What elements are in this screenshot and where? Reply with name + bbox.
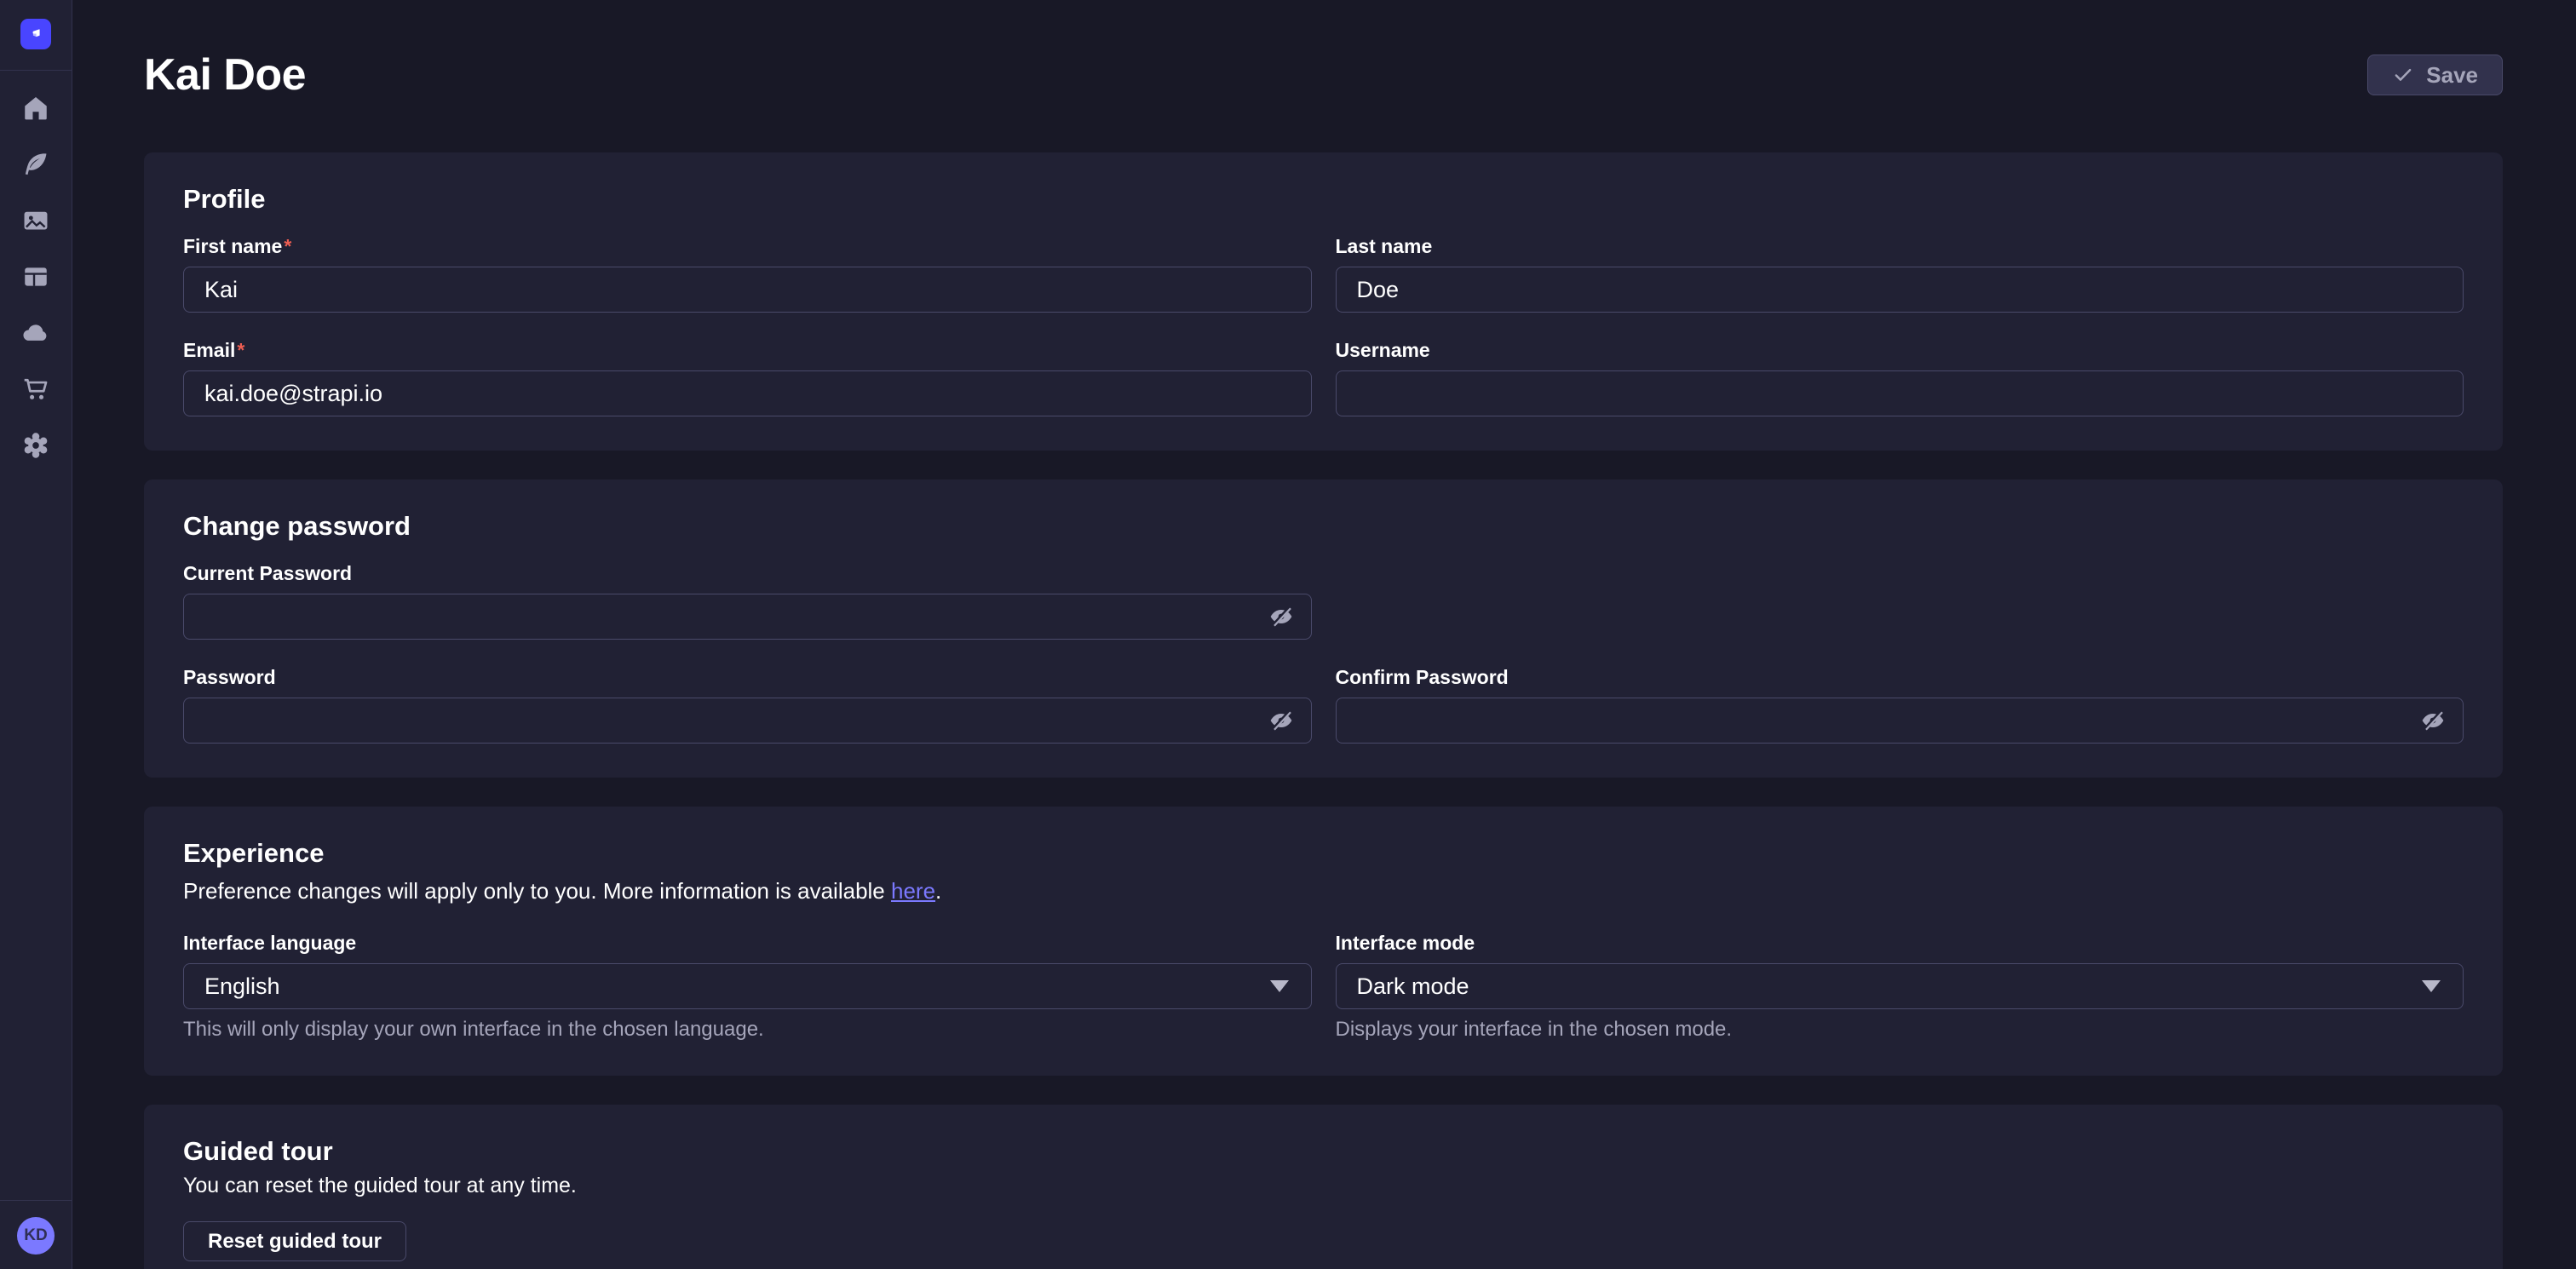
last-name-label: Last name <box>1336 235 1433 257</box>
first-name-field: First name* <box>183 234 1312 313</box>
email-label: Email <box>183 339 235 361</box>
interface-language-label: Interface language <box>183 932 356 954</box>
eye-off-icon <box>2420 708 2446 733</box>
media-library-icon <box>21 206 50 235</box>
save-button[interactable]: Save <box>2367 55 2503 95</box>
sidebar-item-cloud[interactable] <box>21 319 50 347</box>
new-password-label: Password <box>183 666 276 688</box>
current-password-label: Current Password <box>183 562 352 584</box>
guided-tour-card-title: Guided tour <box>183 1135 2464 1168</box>
experience-card-title: Experience <box>183 837 2464 870</box>
profile-card: Profile First name* Last name Email* <box>144 152 2503 451</box>
settings-gear-icon <box>21 431 50 460</box>
content-manager-feather-icon <box>21 150 50 179</box>
new-password-field: Password <box>183 665 1312 744</box>
reset-guided-tour-button[interactable]: Reset guided tour <box>183 1221 406 1261</box>
interface-mode-hint: Displays your interface in the chosen mo… <box>1336 1018 2464 1042</box>
divider <box>0 1200 72 1201</box>
strapi-logo-button[interactable] <box>20 19 51 49</box>
page-title: Kai Doe <box>144 49 306 100</box>
interface-language-value: English <box>204 973 280 1000</box>
sidebar-item-marketplace[interactable] <box>21 375 50 404</box>
sidebar: KD <box>0 0 72 1269</box>
interface-language-field: Interface language English This will onl… <box>183 931 1312 1042</box>
username-label: Username <box>1336 339 1430 361</box>
interface-mode-value: Dark mode <box>1357 973 1469 1000</box>
sidebar-item-home[interactable] <box>21 94 50 123</box>
required-marker: * <box>282 235 291 257</box>
last-name-input[interactable] <box>1336 267 2464 313</box>
marketplace-cart-icon <box>21 375 50 404</box>
experience-card: Experience Preference changes will apply… <box>144 807 2503 1076</box>
confirm-password-input[interactable] <box>1336 698 2464 744</box>
experience-description: Preference changes will apply only to yo… <box>183 876 2464 905</box>
chevron-down-icon <box>1270 980 1289 992</box>
guided-tour-card: Guided tour You can reset the guided tou… <box>144 1105 2503 1269</box>
current-password-field: Current Password <box>183 561 1312 640</box>
last-name-field: Last name <box>1336 234 2464 313</box>
interface-language-select[interactable]: English <box>183 963 1312 1009</box>
interface-mode-label: Interface mode <box>1336 932 1475 954</box>
username-field: Username <box>1336 338 2464 416</box>
user-avatar[interactable]: KD <box>17 1217 55 1255</box>
username-input[interactable] <box>1336 370 2464 416</box>
interface-language-hint: This will only display your own interfac… <box>183 1018 1312 1042</box>
email-input[interactable] <box>183 370 1312 416</box>
first-name-input[interactable] <box>183 267 1312 313</box>
sidebar-item-settings[interactable] <box>21 431 50 460</box>
sidebar-item-media-library[interactable] <box>21 206 50 235</box>
sidebar-item-content-type-builder[interactable] <box>21 262 50 291</box>
here-link[interactable]: here <box>891 878 935 904</box>
first-name-label: First name <box>183 235 282 257</box>
strapi-logo-icon <box>26 25 45 43</box>
home-icon <box>21 94 50 123</box>
chevron-down-icon <box>2422 980 2441 992</box>
toggle-confirm-password-visibility-button[interactable] <box>2414 702 2452 739</box>
toggle-new-password-visibility-button[interactable] <box>1262 702 1300 739</box>
toggle-current-password-visibility-button[interactable] <box>1262 598 1300 635</box>
interface-mode-field: Interface mode Dark mode Displays your i… <box>1336 931 2464 1042</box>
interface-mode-select[interactable]: Dark mode <box>1336 963 2464 1009</box>
sidebar-item-content-manager[interactable] <box>21 150 50 179</box>
confirm-password-field: Confirm Password <box>1336 665 2464 744</box>
current-password-input[interactable] <box>183 594 1312 640</box>
profile-card-title: Profile <box>183 183 2464 215</box>
required-marker: * <box>235 339 244 361</box>
guided-tour-description: You can reset the guided tour at any tim… <box>183 1173 2464 1199</box>
cloud-icon <box>21 319 50 347</box>
email-field: Email* <box>183 338 1312 416</box>
content-type-builder-icon <box>21 262 50 291</box>
page-header: Kai Doe Save <box>144 48 2503 102</box>
new-password-input[interactable] <box>183 698 1312 744</box>
save-button-label: Save <box>2426 62 2478 89</box>
divider <box>0 70 72 71</box>
sidebar-nav <box>21 94 50 460</box>
confirm-password-label: Confirm Password <box>1336 666 1509 688</box>
main-content: Kai Doe Save Profile First name* Last na… <box>72 0 2576 1269</box>
change-password-card: Change password Current Password <box>144 479 2503 778</box>
eye-off-icon <box>1268 604 1294 629</box>
check-icon <box>2392 64 2414 86</box>
change-password-card-title: Change password <box>183 510 2464 543</box>
eye-off-icon <box>1268 708 1294 733</box>
